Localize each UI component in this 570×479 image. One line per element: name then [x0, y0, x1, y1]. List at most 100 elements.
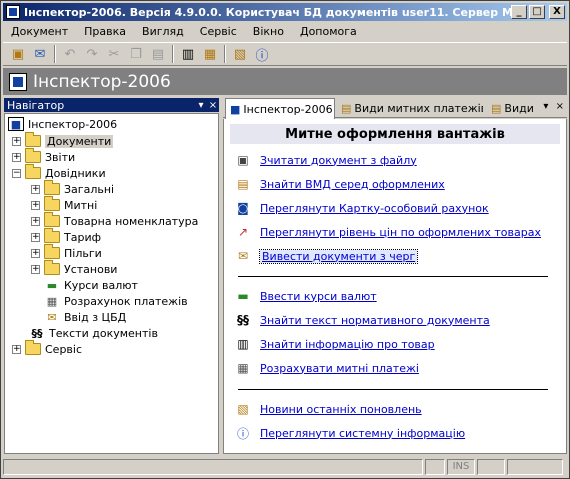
tree-root[interactable]: ■ Інспектор-2006 [8, 116, 117, 132]
tree-item-reports[interactable]: + Звіти [12, 148, 76, 165]
tree-item-label: Довідники [45, 166, 106, 180]
tree-item-exchange-rates[interactable]: ▬ Курси валют [44, 277, 138, 293]
expand-icon[interactable]: + [31, 184, 40, 194]
link-view-account-card[interactable]: ◙ Переглянути Картку-особовий рахунок [234, 199, 489, 217]
open-document-icon[interactable]: ▣ [7, 44, 29, 64]
link-view-price-level[interactable]: ↗ Переглянути рівень цін по оформлених т… [234, 223, 541, 241]
tree-item-tariff[interactable]: + Тариф [31, 228, 101, 245]
link-text[interactable]: Новини останніх поновлень [260, 403, 422, 416]
tree-item-institutions[interactable]: + Установи [31, 260, 117, 277]
navigator-title: Навігатор [7, 98, 65, 112]
link-text[interactable]: Знайти ВМД серед оформлених [260, 178, 445, 191]
redo-icon[interactable]: ↷ [81, 44, 103, 64]
navigator-tree: ■ Інспектор-2006 + Документи + Звіти − Д… [4, 113, 219, 454]
calculator-icon: ▦ [237, 361, 249, 375]
link-output-queue-docs[interactable]: ✉ Вивести документи з черг [234, 247, 419, 265]
notes-icon[interactable]: ▧ [229, 44, 251, 64]
send-icon[interactable]: ✉ [29, 44, 51, 64]
title-bar[interactable]: Інспектор-2006. Версія 4.9.0.0. Користув… [3, 3, 567, 21]
link-system-info[interactable]: ⓘ Переглянути системну інформацію [234, 424, 465, 442]
expand-icon[interactable]: + [31, 232, 40, 242]
link-find-vmd[interactable]: ▤ Знайти ВМД серед оформлених [234, 175, 445, 193]
tree-item-directories[interactable]: − Довідники [12, 164, 106, 181]
tab-types[interactable]: ▤ Види [487, 99, 537, 118]
tab-inspector[interactable]: ■ Інспектор-2006 [225, 98, 335, 119]
link-find-product-info[interactable]: ▥ Знайти інформацію про товар [234, 335, 435, 353]
link-text[interactable]: Вивести документи з черг [258, 248, 419, 264]
navigator-panel: Навігатор ▾ × ■ Інспектор-2006 + Докумен… [4, 98, 219, 454]
tree-item-documents[interactable]: + Документи [12, 132, 114, 149]
tree-item-doc-texts[interactable]: §§ Тексти документів [29, 325, 158, 341]
content-area: Митне оформлення вантажів ▣ Зчитати доку… [223, 119, 567, 454]
navigator-dropdown-icon[interactable]: ▾ [195, 100, 207, 111]
menu-service[interactable]: Сервіс [192, 25, 245, 38]
link-text[interactable]: Зчитати документ з файлу [260, 154, 417, 167]
tree-item-label: Пільги [64, 246, 102, 260]
tab-customs-payments[interactable]: ▤ Види митних платежів [337, 99, 483, 118]
link-text[interactable]: Знайти текст нормативного документа [260, 314, 490, 327]
tree-icon[interactable]: ▦ [199, 44, 221, 64]
close-button[interactable]: X [549, 5, 565, 19]
expand-icon[interactable]: + [31, 200, 40, 210]
link-text[interactable]: Переглянути системну інформацію [260, 427, 465, 440]
expand-icon[interactable]: + [12, 136, 21, 146]
copy-icon[interactable]: ❐ [125, 44, 147, 64]
link-find-normative-text[interactable]: §§ Знайти текст нормативного документа [234, 311, 490, 329]
folder-icon [44, 180, 60, 195]
info-icon[interactable]: ⓘ [251, 44, 273, 64]
link-enter-exchange-rates[interactable]: ▬ Ввести курси валют [234, 287, 377, 305]
status-bar: INS [3, 457, 567, 476]
tab-close-icon[interactable]: × [556, 101, 564, 112]
app-icon [6, 5, 20, 19]
chart-icon: ↗ [237, 225, 249, 239]
expand-icon[interactable]: + [31, 216, 40, 226]
tree-item-label: Курси валют [64, 278, 138, 292]
link-text[interactable]: Знайти інформацію про товар [260, 338, 435, 351]
tree-item-general[interactable]: + Загальні [31, 180, 114, 197]
tree-item-cbd-input[interactable]: ✉ Ввід з ЦБД [44, 309, 126, 325]
envelope-icon: ✉ [47, 310, 57, 324]
menu-view[interactable]: Вигляд [134, 25, 192, 38]
menu-help[interactable]: Допомога [292, 25, 365, 38]
cut-icon[interactable]: ✂ [103, 44, 125, 64]
menu-window[interactable]: Вікно [245, 25, 292, 38]
expand-icon[interactable]: + [31, 264, 40, 274]
tree-item-service[interactable]: + Сервіс [12, 340, 82, 357]
tree-item-label: Звіти [45, 150, 76, 164]
link-text[interactable]: Розрахувати митні платежі [260, 362, 419, 375]
tree-item-payment-calc[interactable]: ▦ Розрахунок платежів [44, 293, 188, 309]
folder-icon [44, 260, 60, 275]
link-text[interactable]: Ввести курси валют [260, 290, 377, 303]
app-logo-icon [9, 72, 27, 91]
minimize-button[interactable]: _ [511, 5, 527, 19]
app-icon: ■ [8, 117, 24, 131]
link-read-file[interactable]: ▣ Зчитати документ з файлу [234, 151, 417, 169]
status-cell [477, 458, 505, 475]
menu-document[interactable]: Документ [3, 25, 76, 38]
link-calc-customs-payments[interactable]: ▦ Розрахувати митні платежі [234, 359, 419, 377]
expand-icon[interactable]: + [31, 248, 40, 258]
tree-item-benefits[interactable]: + Пільги [31, 244, 102, 261]
collapse-icon[interactable]: − [12, 168, 21, 178]
banknote-icon: ▬ [46, 278, 58, 292]
folder-icon [25, 340, 41, 355]
link-text[interactable]: Переглянути Картку-особовий рахунок [260, 202, 489, 215]
paste-icon[interactable]: ▤ [147, 44, 169, 64]
main-window: Інспектор-2006. Версія 4.9.0.0. Користув… [0, 0, 570, 479]
tab-label: Інспектор-2006 [243, 102, 333, 116]
tree-item-customs[interactable]: + Митні [31, 196, 97, 213]
book-icon: ▤ [491, 102, 502, 115]
tree-item-nomenclature[interactable]: + Товарна номенклатура [31, 212, 198, 229]
menu-edit[interactable]: Правка [76, 25, 134, 38]
link-latest-updates-news[interactable]: ▧ Новини останніх поновлень [234, 400, 422, 418]
toolbar-separator [54, 45, 56, 63]
tab-list-dropdown-icon[interactable]: ▾ [543, 101, 548, 112]
person-card-icon: ◙ [237, 201, 249, 215]
undo-icon[interactable]: ↶ [59, 44, 81, 64]
navigator-close-icon[interactable]: × [207, 100, 219, 111]
expand-icon[interactable]: + [12, 344, 21, 354]
barcode-icon[interactable]: ▥ [177, 44, 199, 64]
expand-icon[interactable]: + [12, 152, 21, 162]
link-text[interactable]: Переглянути рівень цін по оформлених тов… [260, 226, 541, 239]
maximize-button[interactable]: □ [529, 5, 545, 19]
